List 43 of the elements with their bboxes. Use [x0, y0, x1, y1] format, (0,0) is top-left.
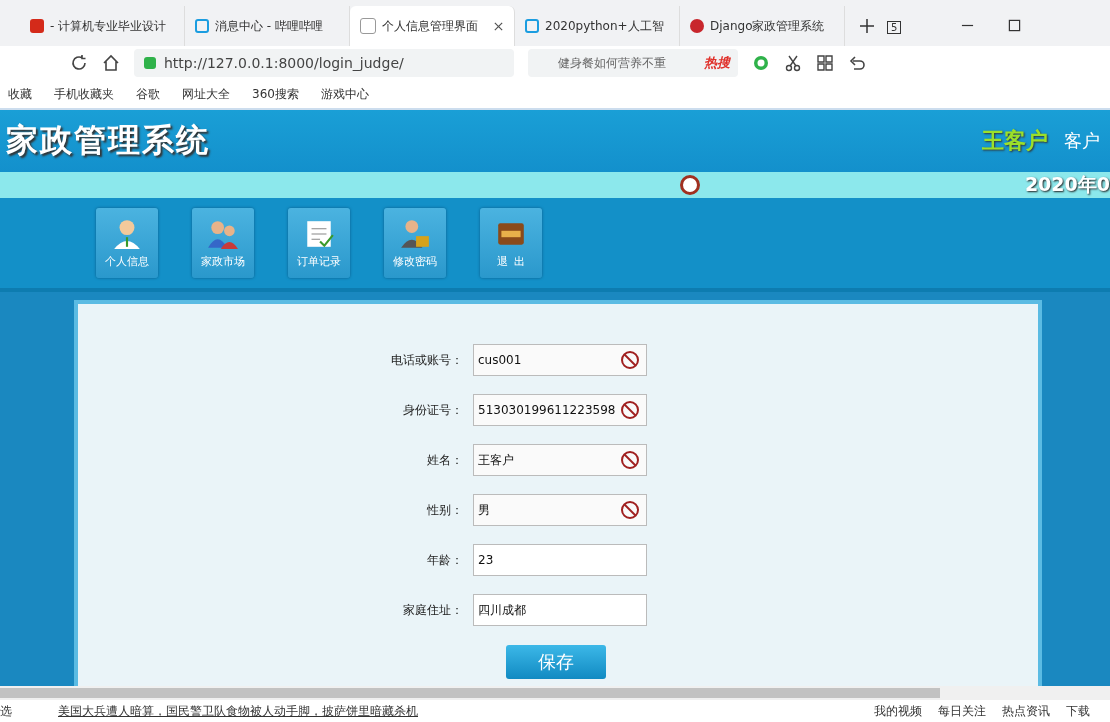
- date-text: 2020年0: [1024, 172, 1110, 197]
- new-tab-icon[interactable]: [859, 18, 875, 34]
- scissors-icon[interactable]: [784, 54, 802, 72]
- status-text: 选: [0, 702, 12, 720]
- news-link[interactable]: 美国大兵遭人暗算，国民警卫队食物被人动手脚，披萨饼里暗藏杀机: [58, 702, 418, 720]
- not-allowed-icon: [620, 350, 640, 370]
- address-field[interactable]: http://127.0.0.1:8000/login_judge/: [134, 49, 514, 77]
- field-label: 姓名：: [426, 451, 463, 469]
- close-icon[interactable]: [493, 20, 504, 32]
- status-link[interactable]: 下载: [1066, 702, 1090, 720]
- maximize-icon[interactable]: [1008, 19, 1022, 32]
- lock-person-icon: [399, 217, 431, 250]
- undo-icon[interactable]: [848, 54, 866, 72]
- page-icon: [360, 18, 376, 34]
- bookmark-link[interactable]: 收藏: [8, 85, 32, 103]
- bookmark-link[interactable]: 游戏中心: [320, 85, 369, 103]
- system-title: 家政管理系统: [6, 120, 211, 161]
- field-label: 身份证号：: [402, 401, 463, 419]
- tab-count-badge[interactable]: 5: [887, 21, 902, 34]
- not-allowed-icon: [620, 400, 640, 420]
- field-label: 电话或账号：: [390, 351, 463, 369]
- search-field[interactable]: 健身餐如何营养不重 热搜: [528, 49, 738, 77]
- user-role: 客户: [1064, 129, 1100, 153]
- not-allowed-icon: [620, 500, 640, 520]
- refresh-icon[interactable]: [70, 54, 88, 72]
- not-allowed-icon: [620, 450, 640, 470]
- input-field[interactable]: 四川成都: [473, 594, 647, 626]
- home-icon[interactable]: [102, 54, 120, 72]
- grid-icon[interactable]: [816, 54, 834, 72]
- bookmark-link[interactable]: 手机收藏夹: [54, 85, 114, 103]
- field-label: 家庭住址：: [402, 601, 463, 619]
- user-name: 王客户: [982, 127, 1048, 155]
- bookmark-link[interactable]: 网址大全: [182, 85, 230, 103]
- scrollbar-thumb[interactable]: [0, 688, 940, 698]
- bookmark-link[interactable]: 360搜索: [252, 85, 299, 103]
- field-label: 性别：: [426, 501, 463, 519]
- status-link[interactable]: 热点资讯: [1002, 702, 1050, 720]
- input-field[interactable]: 23: [473, 544, 647, 576]
- status-link[interactable]: 我的视频: [874, 702, 922, 720]
- field-label: 年龄：: [426, 551, 463, 569]
- bookmark-link[interactable]: 谷歌: [136, 85, 160, 103]
- browser-tab[interactable]: 个人信息管理界面: [350, 6, 515, 46]
- status-link[interactable]: 每日关注: [938, 702, 986, 720]
